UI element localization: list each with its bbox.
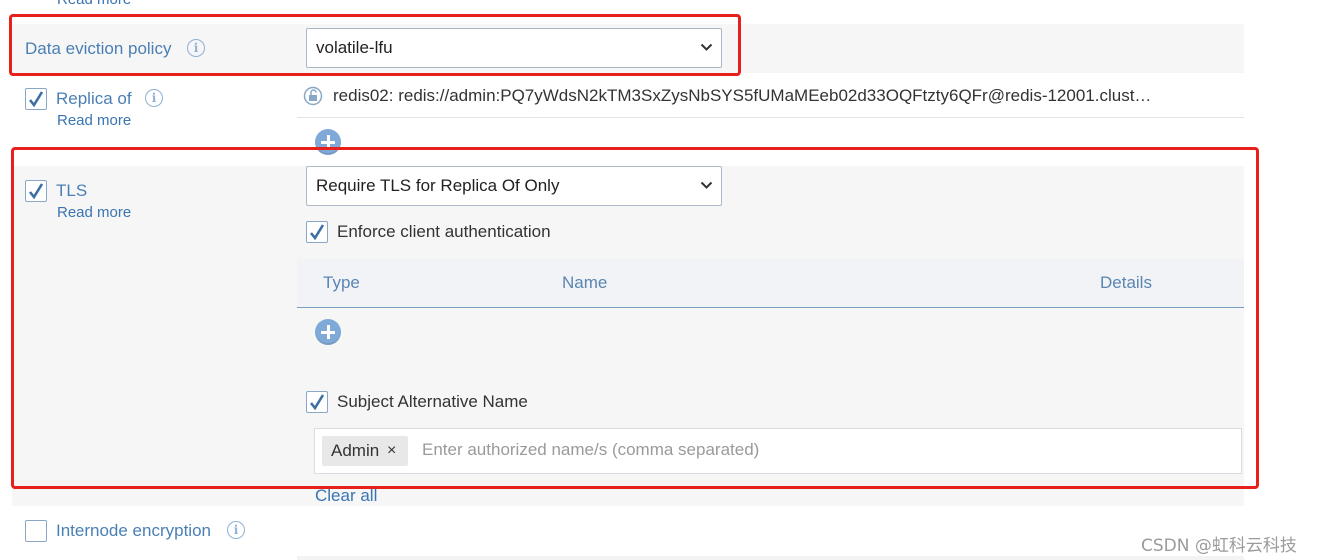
eviction-info-icon[interactable]: i — [187, 39, 205, 57]
add-certificate-button[interactable] — [315, 319, 341, 345]
eviction-policy-value: volatile-lfu — [316, 38, 393, 57]
replica-of-info-icon[interactable]: i — [145, 89, 163, 107]
watermark-text: CSDN @虹科云科技 — [1141, 536, 1297, 556]
tls-mode-select[interactable]: Require TLS for Replica Of Only — [306, 166, 722, 206]
replica-of-label: Replica of — [56, 89, 132, 108]
remove-tag-icon[interactable]: × — [387, 442, 396, 460]
replica-of-read-more-link[interactable]: Read more — [57, 112, 131, 129]
tls-label: TLS — [56, 181, 88, 200]
col-name-header: Name — [562, 273, 608, 292]
checkmark-icon — [28, 183, 44, 200]
san-tag-label: Admin — [331, 441, 380, 460]
unlock-icon — [303, 86, 323, 106]
san-input-placeholder[interactable]: Enter authorized name/s (comma separated… — [422, 440, 759, 460]
san-label: Subject Alternative Name — [337, 392, 528, 411]
internode-info-icon[interactable]: i — [227, 521, 245, 539]
eviction-label: Data eviction policy — [25, 39, 172, 58]
col-details-header: Details — [1100, 273, 1152, 292]
checkmark-icon — [309, 224, 325, 241]
chevron-down-icon — [700, 181, 713, 189]
enforce-client-auth-checkbox[interactable] — [306, 221, 328, 243]
eviction-policy-select[interactable]: volatile-lfu — [306, 28, 722, 68]
clear-all-link[interactable]: Clear all — [315, 486, 377, 506]
chevron-down-icon — [700, 43, 713, 51]
tls-checkbox[interactable] — [25, 180, 47, 202]
bottom-divider — [297, 556, 1244, 560]
internode-encryption-label: Internode encryption — [56, 521, 211, 540]
tls-read-more-link[interactable]: Read more — [57, 204, 131, 221]
replica-of-checkbox[interactable] — [25, 88, 47, 110]
enforce-client-auth-label: Enforce client authentication — [337, 222, 551, 241]
tls-mode-value: Require TLS for Replica Of Only — [316, 176, 560, 195]
read-more-link-top[interactable]: Read more — [57, 0, 131, 8]
checkmark-icon — [309, 394, 325, 411]
san-tag-input[interactable]: Admin × Enter authorized name/s (comma s… — [314, 428, 1242, 474]
col-type-header: Type — [323, 273, 360, 292]
internode-encryption-checkbox[interactable] — [25, 520, 47, 542]
replica-divider — [297, 117, 1244, 118]
add-replica-button[interactable] — [315, 129, 341, 155]
san-checkbox[interactable] — [306, 391, 328, 413]
checkmark-icon — [28, 91, 44, 108]
san-tag-admin: Admin × — [322, 436, 408, 466]
replica-source-entry: redis02: redis://admin:PQ7yWdsN2kTM3SxZy… — [333, 86, 1152, 105]
